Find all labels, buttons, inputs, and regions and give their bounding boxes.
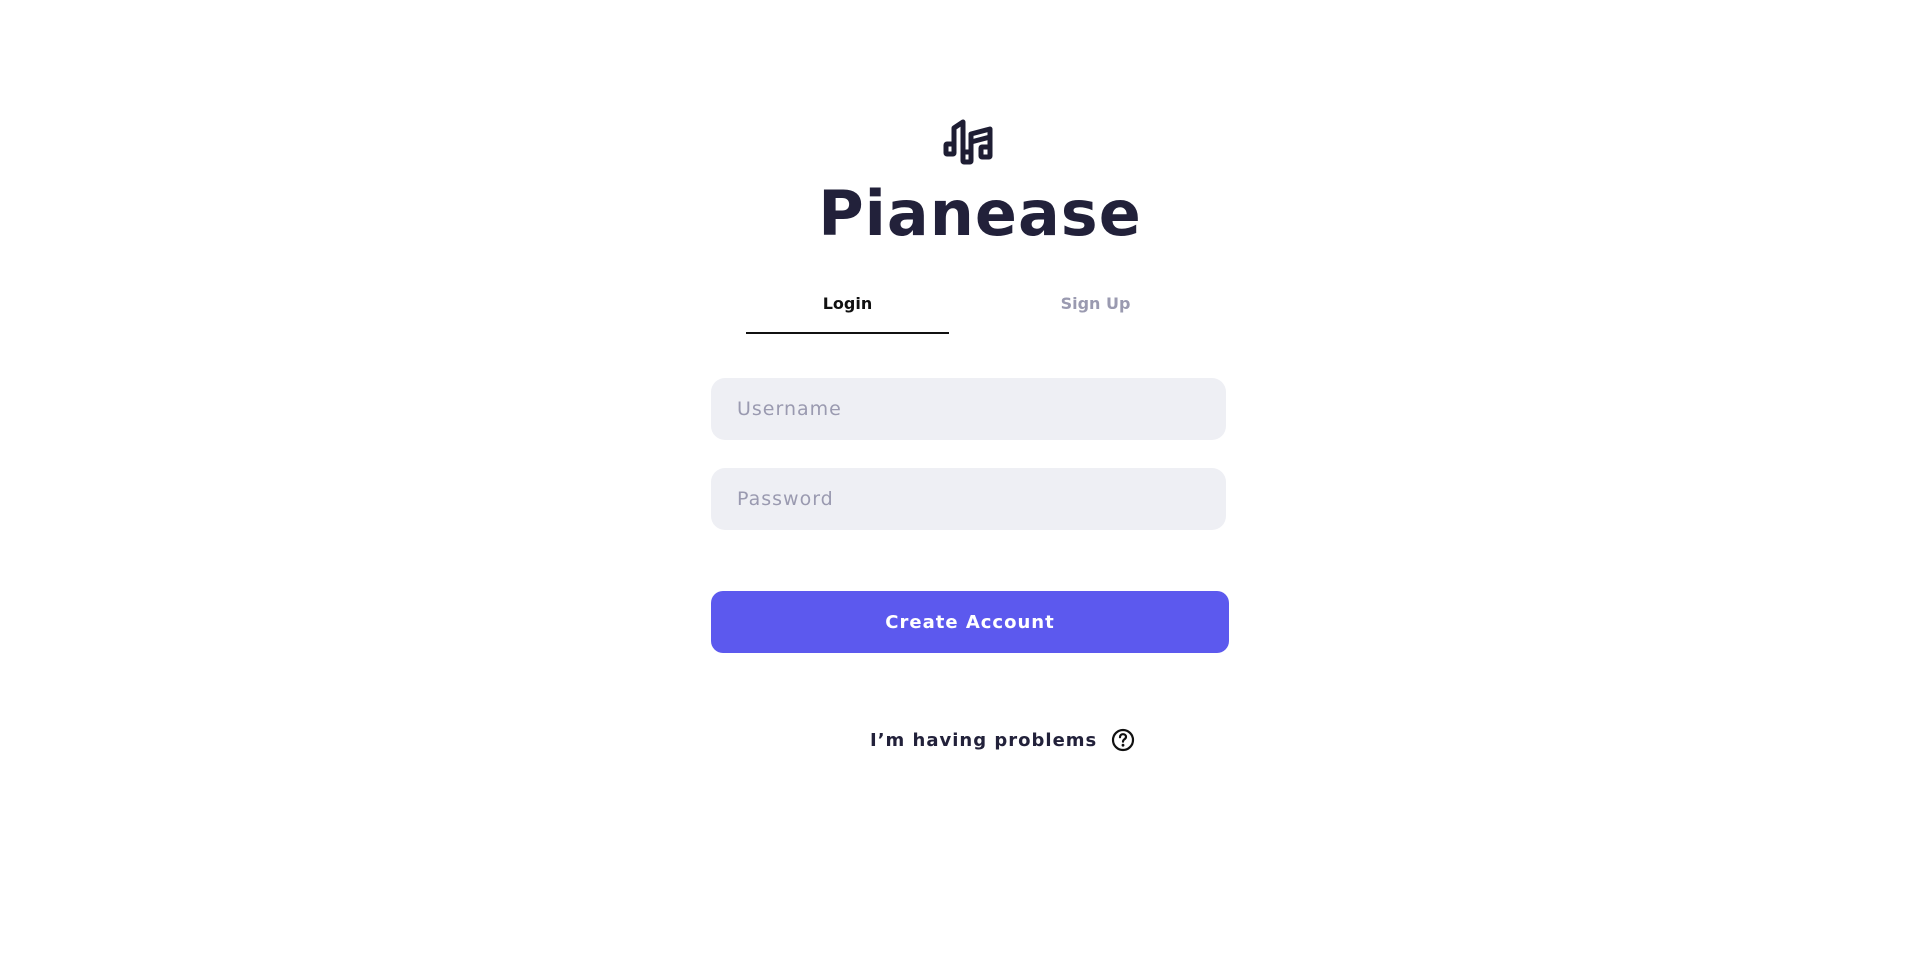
having-problems-label: I’m having problems	[870, 729, 1098, 751]
username-input[interactable]	[711, 378, 1226, 440]
tab-login[interactable]: Login	[746, 292, 949, 334]
password-input[interactable]	[711, 468, 1226, 530]
brand-title: Pianease	[818, 177, 1142, 250]
question-circle-icon	[1112, 728, 1135, 752]
tab-sign-up[interactable]: Sign Up	[994, 292, 1197, 332]
music-notes-icon	[943, 119, 993, 165]
create-account-button[interactable]: Create Account	[711, 591, 1229, 653]
login-page: Pianease Login Sign Up Create Account I’…	[0, 0, 1920, 968]
having-problems-link[interactable]: I’m having problems	[870, 728, 1135, 752]
